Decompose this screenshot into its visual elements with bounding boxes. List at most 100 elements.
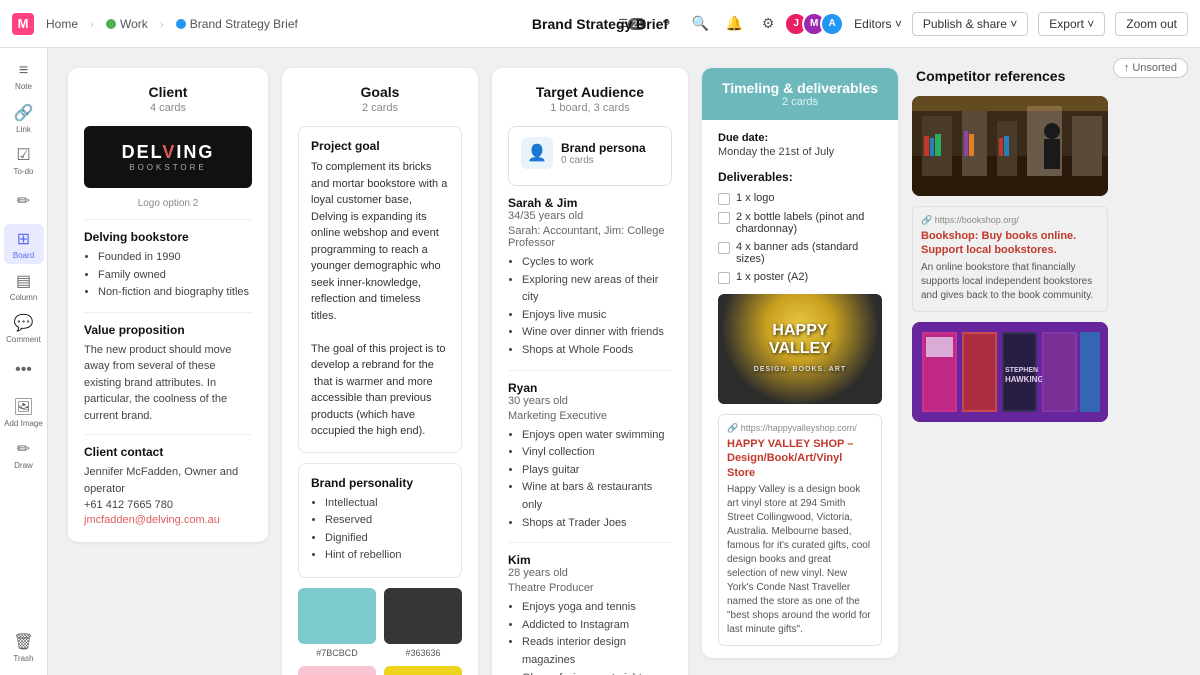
timeling-subtitle: 2 cards <box>718 96 882 108</box>
goals-column: Goals 2 cards Project goal To complement… <box>282 68 478 675</box>
comment-icon: 💬 <box>14 313 34 333</box>
sidebar-item-board[interactable]: ⊞ Board <box>4 224 44 264</box>
timeling-column: Timeling & deliverables 2 cards Due date… <box>702 68 898 658</box>
tab-home[interactable]: Home <box>40 13 84 35</box>
swatch-yellow-box <box>384 666 462 675</box>
happy-valley-image: HAPPYVALLEY DESIGN. BOOKS. ART <box>718 294 882 404</box>
brand-persona-card: 👤 Brand persona 0 cards <box>508 126 672 186</box>
hv-link-title[interactable]: HAPPY VALLEY SHOP – Design/Book/Art/Viny… <box>727 437 873 480</box>
pen-icon: ✏ <box>17 191 30 211</box>
bullet-item: Vinyl collection <box>522 444 672 462</box>
check-item-2: 2 x bottle labels (pinot and chardonnay) <box>718 211 882 235</box>
checkbox-4[interactable] <box>718 272 730 284</box>
swatch-dark: #363636 <box>384 588 462 658</box>
swatch-pink: #F9C5D2 <box>298 666 376 675</box>
sidebar-item-comment[interactable]: 💬 Comment <box>4 308 44 348</box>
sidebar-item-trash[interactable]: 🗑 Trash <box>4 627 44 667</box>
tab-bar: M Home › Work › Brand Strategy Brief <box>12 13 304 35</box>
delving-info: Delving bookstore Founded in 1990 Family… <box>84 230 252 302</box>
bullet-item: Addicted to Instagram <box>522 617 672 635</box>
sidebar-item-pen[interactable]: ✏ <box>4 182 44 222</box>
sidebar-item-column[interactable]: ▤ Column <box>4 266 44 306</box>
canvas: Client 4 cards DELVING BOOKSTORE Logo op… <box>48 48 1200 675</box>
link-icon: 🔗 <box>14 103 34 123</box>
home-label: Home <box>46 17 78 31</box>
persona-name: Brand persona <box>561 141 646 155</box>
publish-button[interactable]: Publish & share ˅ <box>912 12 1028 36</box>
bullet-item: Family owned <box>98 267 252 285</box>
sidebar-item-more[interactable]: ••• <box>4 350 44 390</box>
kim-bullets: Enjoys yoga and tennis Addicted to Insta… <box>508 599 672 675</box>
timeling-title: Timeling & deliverables <box>718 80 882 96</box>
competitor-img-2: STEPHEN HAWKING <box>912 322 1108 422</box>
check-text-4: 1 x poster (A2) <box>736 271 808 283</box>
bookshop-link-desc: An online bookstore that financially sup… <box>921 261 1099 303</box>
hv-overlay-text: HAPPYVALLEY DESIGN. BOOKS. ART <box>754 322 846 376</box>
project-goal-text: To complement its bricks and mortar book… <box>311 159 449 440</box>
bullet-item: Non-fiction and biography titles <box>98 284 252 302</box>
bullet-item: Glass of wine most nights <box>522 670 672 675</box>
competitor-column: Competitor references <box>912 68 1108 432</box>
client-contact: Client contact Jennifer McFadden, Owner … <box>84 445 252 526</box>
swatch-yellow: #EDD31C <box>384 666 462 675</box>
sidebar-item-note[interactable]: ≡ Note <box>4 56 44 96</box>
tab-work[interactable]: Work <box>100 13 154 35</box>
bell-icon[interactable]: 🔔 <box>722 12 746 36</box>
target-audience-column: Target Audience 1 board, 3 cards 👤 Brand… <box>492 68 688 675</box>
checkbox-1[interactable] <box>718 193 730 205</box>
settings-icon[interactable]: ⚙ <box>756 12 780 36</box>
bullet-item: Wine at bars & restaurants only <box>522 479 672 514</box>
checkbox-2[interactable] <box>718 212 730 224</box>
app-logo[interactable]: M <box>12 13 34 35</box>
tab-brand-strategy[interactable]: Brand Strategy Brief <box>170 13 304 35</box>
contact-phone: +61 412 7665 780 <box>84 497 252 514</box>
work-dot <box>106 19 116 29</box>
brand-personality-bullets: Intellectual Reserved Dignified Hint of … <box>311 495 449 565</box>
client-column: Client 4 cards DELVING BOOKSTORE Logo op… <box>68 68 268 542</box>
sidebar-item-draw[interactable]: ✏ Draw <box>4 434 44 474</box>
competitor-title: Competitor references <box>912 68 1108 84</box>
left-sidebar: ≡ Note 🔗 Link ☑ To-do ✏ ⊞ Board ▤ Column… <box>0 48 48 675</box>
editors-button[interactable]: Editors ˅ <box>854 17 902 31</box>
goals-subtitle: 2 cards <box>298 102 462 114</box>
target-title: Target Audience <box>508 84 672 100</box>
swatch-pink-box <box>298 666 376 675</box>
column-icon: ▤ <box>16 271 31 291</box>
page-title: Brand Strategy Brief <box>532 16 668 32</box>
brand-label: Brand Strategy Brief <box>190 17 298 31</box>
ryan-role: Marketing Executive <box>508 410 672 422</box>
sidebar-item-link[interactable]: 🔗 Link <box>4 98 44 138</box>
bullet-item: Shops at Whole Foods <box>522 342 672 360</box>
export-button[interactable]: Export ˅ <box>1038 12 1105 36</box>
contact-email[interactable]: jmcfadden@delving.com.au <box>84 514 252 526</box>
due-label: Due date: <box>718 132 882 144</box>
bookshop-link-title[interactable]: Bookshop: Buy books online. Support loca… <box>921 229 1099 258</box>
sidebar-item-todo[interactable]: ☑ To-do <box>4 140 44 180</box>
kim-name: Kim <box>508 553 672 567</box>
ryan-age: 30 years old <box>508 395 672 407</box>
logo-card: DELVING BOOKSTORE <box>84 126 252 188</box>
check-text-1: 1 x logo <box>736 192 775 204</box>
persona-icon: 👤 <box>521 137 553 169</box>
add-image-icon: 🖼 <box>13 397 33 417</box>
logo-sub: BOOKSTORE <box>100 163 236 172</box>
ryan-bullets: Enjoys open water swimming Vinyl collect… <box>508 427 672 533</box>
search-icon[interactable]: 🔍 <box>688 12 712 36</box>
sidebar-item-add-image[interactable]: 🖼 Add Image <box>4 392 44 432</box>
swatch-teal-label: #7BCBCD <box>298 648 376 658</box>
avatar-group: J M A <box>790 12 844 36</box>
bullet-item: Wine over dinner with friends <box>522 324 672 342</box>
goals-title: Goals <box>298 84 462 100</box>
person-sarah-jim: Sarah & Jim 34/35 years old Sarah: Accou… <box>508 196 672 360</box>
logo-caption: Logo option 2 <box>84 198 252 209</box>
person-kim: Kim 28 years old Theatre Producer Enjoys… <box>508 553 672 675</box>
delving-title: Delving bookstore <box>84 230 252 244</box>
board-icon: ⊞ <box>17 229 30 249</box>
client-title: Client <box>84 84 252 100</box>
zoom-button[interactable]: Zoom out <box>1115 12 1188 36</box>
unsorted-badge[interactable]: ↑ Unsorted <box>1113 58 1188 78</box>
checkbox-3[interactable] <box>718 242 730 254</box>
check-text-2: 2 x bottle labels (pinot and chardonnay) <box>736 211 882 235</box>
deliverables-title: Deliverables: <box>718 170 882 184</box>
work-label: Work <box>120 17 148 31</box>
